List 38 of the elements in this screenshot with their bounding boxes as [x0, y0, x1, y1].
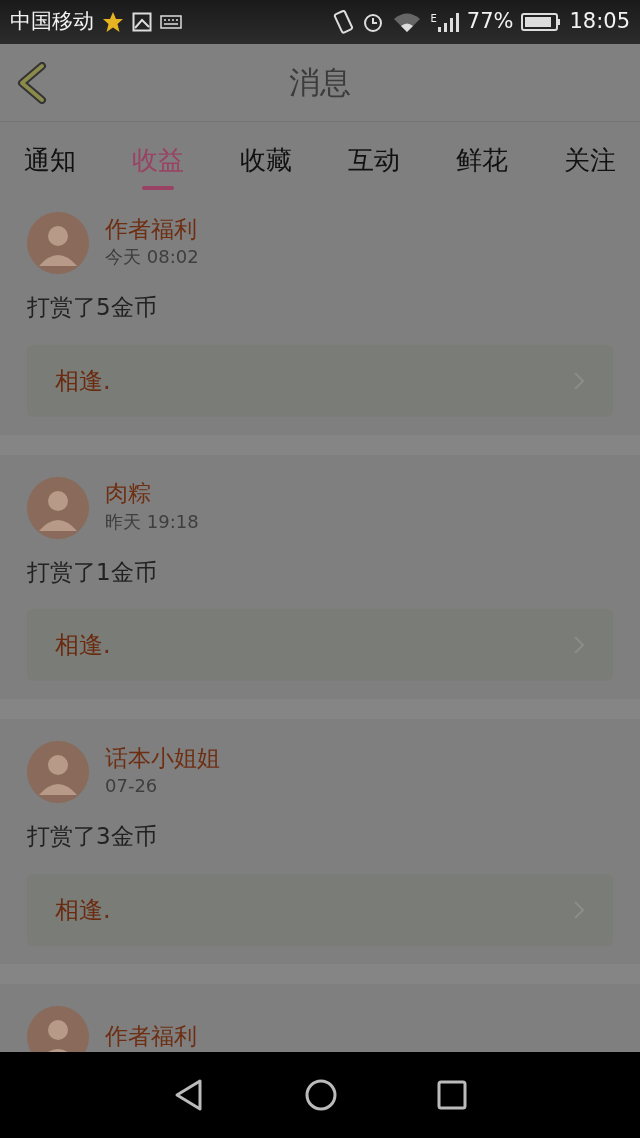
- message-text: 打赏了5金币: [27, 293, 158, 322]
- battery-percent: 77%: [466, 8, 514, 36]
- sender-name: 作者福利: [105, 215, 198, 244]
- avatar: [27, 1005, 89, 1052]
- message-text: 打赏了3金币: [27, 822, 158, 851]
- network-type: E: [430, 12, 437, 26]
- clock-time: 18:05: [569, 8, 630, 36]
- recents-icon[interactable]: [437, 1080, 467, 1110]
- avatar: [27, 741, 89, 803]
- page-title: 消息: [289, 63, 351, 103]
- sender-name: 话本小姐姐: [105, 744, 220, 773]
- tab[interactable]: 鲜花: [456, 135, 508, 190]
- alarm-icon: [362, 11, 385, 33]
- vibrate-icon: [332, 10, 355, 34]
- story-link[interactable]: 相逢.: [27, 609, 613, 681]
- message-time: 今天 08:02: [105, 245, 199, 270]
- tab[interactable]: 收藏: [240, 135, 292, 190]
- wifi-icon: [392, 11, 423, 33]
- battery-icon: [521, 12, 562, 32]
- avatar: [27, 476, 89, 539]
- home-icon[interactable]: [305, 1079, 337, 1111]
- back-icon[interactable]: [173, 1078, 205, 1112]
- message-time: 昨天 19:18: [105, 509, 199, 534]
- carrier-name: 中国移动: [10, 8, 94, 36]
- star-icon: [102, 11, 124, 33]
- sender-name: 肉粽: [105, 480, 152, 508]
- message-time: 07-26: [105, 774, 159, 799]
- story-link[interactable]: 相逢.: [27, 344, 613, 417]
- sender-name: 作者福利: [105, 1022, 197, 1051]
- tab[interactable]: 互动: [348, 135, 400, 190]
- story-link[interactable]: 相逢.: [27, 873, 613, 946]
- image-icon: [132, 12, 152, 32]
- keyboard-icon: [160, 15, 182, 29]
- avatar: [27, 212, 89, 274]
- tab[interactable]: 关注: [564, 135, 616, 190]
- signal-icon: [436, 11, 459, 33]
- tab[interactable]: 通知: [24, 135, 76, 190]
- message-text: 打赏了1金币: [27, 557, 158, 587]
